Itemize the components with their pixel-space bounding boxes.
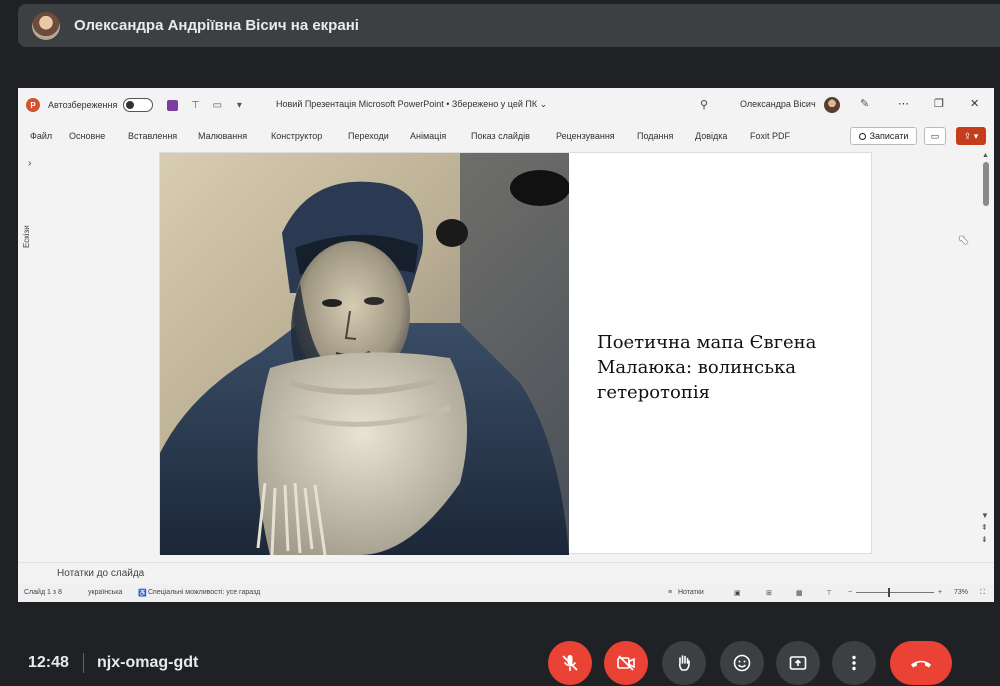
shared-screen: P Автозбереження ⊤ ▭ ▾ Новий Презентація… [18, 88, 994, 602]
slide-counter: Слайд 1 з 8 [24, 589, 62, 596]
notes-placeholder[interactable]: Нотатки до слайда [57, 568, 144, 579]
end-call-icon [911, 660, 931, 668]
powerpoint-logo-icon: P [26, 98, 40, 112]
divider [83, 653, 84, 673]
tab-animations[interactable]: Анімація [410, 131, 446, 141]
status-bar: Слайд 1 з 8 українська ♿ Спеціальні можл… [18, 584, 994, 602]
meeting-time: 12:48 [28, 654, 69, 671]
zoom-in-icon[interactable]: + [938, 589, 942, 596]
slideshow-icon[interactable]: ⊤ [189, 99, 201, 111]
autosave-toggle[interactable] [123, 98, 154, 112]
tab-home[interactable]: Основне [69, 131, 105, 141]
camera-off-icon [617, 655, 635, 671]
comments-button[interactable]: ▭ [924, 127, 946, 145]
mic-toggle-button[interactable] [548, 641, 592, 685]
more-icon [852, 655, 856, 671]
normal-view-icon[interactable]: ▣ [734, 589, 741, 597]
tab-design[interactable]: Конструктор [271, 131, 322, 141]
scrollbar-thumb[interactable] [983, 162, 989, 206]
meeting-code[interactable]: njx-omag-gdt [97, 654, 198, 672]
slide-canvas[interactable]: Поетична мапа Євгена Малаюка: волинська … [159, 152, 872, 555]
slide-photo[interactable] [160, 153, 569, 555]
record-button[interactable]: Записати [850, 127, 917, 145]
mouse-pointer-icon: ⬉ [958, 232, 969, 247]
search-icon[interactable]: ⚲ [700, 98, 708, 111]
minimize-icon[interactable]: ⋯ [898, 97, 909, 110]
presenter-banner-text: Олександра Андріївна Вісич на екрані [74, 17, 359, 34]
reading-view-icon[interactable]: ▦ [796, 589, 803, 597]
share-button[interactable]: ⇪ ▾ [956, 127, 986, 145]
zoom-out-icon[interactable]: − [848, 589, 852, 596]
thumbnails-panel[interactable]: › Ескізи [18, 152, 44, 562]
slide-title[interactable]: Поетична мапа Євгена Малаюка: волинська … [597, 330, 857, 405]
emoji-button[interactable] [720, 641, 764, 685]
chevron-right-icon[interactable]: › [28, 158, 31, 169]
restore-icon[interactable]: ❐ [934, 97, 944, 110]
comment-icon: ▭ [930, 130, 940, 141]
slide-sorter-icon[interactable]: ⊞ [766, 589, 772, 597]
tab-foxit-pdf[interactable]: Foxit PDF [750, 131, 790, 141]
emoji-icon [733, 654, 751, 672]
tab-slideshow[interactable]: Показ слайдів [471, 131, 530, 141]
record-label: Записати [869, 131, 909, 141]
next-slide-icon[interactable]: ⇟ [981, 536, 988, 544]
pen-icon[interactable]: ✎ [860, 97, 869, 110]
notes-button[interactable]: Нотатки [678, 589, 704, 596]
tab-draw[interactable]: Малювання [198, 131, 247, 141]
mic-off-icon [562, 655, 578, 671]
accessibility-icon: ♿ [138, 590, 147, 597]
share-icon: ⇪ ▾ [963, 130, 979, 141]
record-icon [858, 132, 866, 140]
user-avatar[interactable] [824, 97, 840, 113]
language-status[interactable]: українська [88, 589, 122, 596]
notes-icon: ≡ [668, 589, 673, 596]
tab-transitions[interactable]: Переходи [348, 131, 389, 141]
leave-call-button[interactable] [890, 641, 952, 685]
ppt-titlebar: P Автозбереження ⊤ ▭ ▾ Новий Презентація… [18, 88, 994, 122]
accessibility-status[interactable]: Спеціальні можливості: усе гаразд [148, 589, 260, 596]
more-options-button[interactable] [832, 641, 876, 685]
zoom-slider[interactable] [856, 592, 934, 593]
zoom-level[interactable]: 73% [954, 589, 968, 596]
tab-review[interactable]: Рецензування [556, 131, 615, 141]
raise-hand-button[interactable] [662, 641, 706, 685]
presenter-avatar [32, 11, 60, 40]
camera-toggle-button[interactable] [604, 641, 648, 685]
tab-view[interactable]: Подання [637, 131, 673, 141]
fit-to-window-icon[interactable]: ⛶ [980, 589, 985, 597]
tab-insert[interactable]: Вставлення [128, 131, 177, 141]
slideshow-view-icon[interactable]: ⊤ [826, 589, 832, 597]
presenter-banner: Олександра Андріївна Вісич на екрані [18, 4, 1000, 47]
user-name[interactable]: Олександра Вісич [740, 99, 816, 109]
tab-help[interactable]: Довідка [695, 131, 727, 141]
present-icon [789, 656, 807, 670]
previous-slide-icon[interactable]: ⇞ [981, 524, 988, 532]
customize-toolbar-icon[interactable]: ▾ [233, 99, 245, 111]
present-button[interactable] [776, 641, 820, 685]
scroll-down-icon[interactable]: ▼ [981, 512, 989, 520]
autosave-label: Автозбереження [48, 100, 118, 110]
layout-icon[interactable]: ▭ [211, 99, 223, 111]
scroll-up-icon[interactable]: ▲ [982, 152, 989, 159]
raise-hand-icon [678, 655, 690, 671]
portrait-image [160, 153, 569, 555]
notes-pane[interactable]: Нотатки до слайда [18, 562, 994, 582]
vertical-scrollbar[interactable]: ▲ ▼ ⇞ ⇟ [980, 152, 992, 552]
save-icon[interactable] [167, 99, 179, 111]
thumbnails-label: Ескізи [22, 225, 31, 248]
zoom-slider-knob[interactable] [888, 588, 890, 597]
close-icon[interactable]: ✕ [970, 97, 979, 110]
ribbon-tabs: Файл Основне Вставлення Малювання Констр… [18, 126, 994, 148]
tab-file[interactable]: Файл [30, 131, 52, 141]
document-title[interactable]: Новий Презентація Microsoft PowerPoint •… [276, 99, 547, 110]
